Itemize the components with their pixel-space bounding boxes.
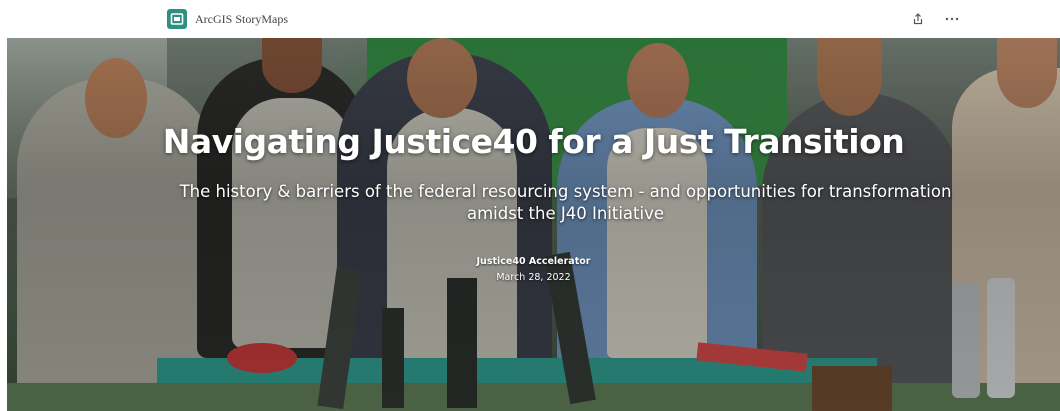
storymaps-logo-icon xyxy=(167,9,187,29)
header-actions xyxy=(908,9,962,29)
more-options-button[interactable] xyxy=(942,9,962,29)
share-button[interactable] xyxy=(908,9,928,29)
brand[interactable]: ArcGIS StoryMaps xyxy=(167,8,288,30)
hero-cover: Navigating Justice40 for a Just Transiti… xyxy=(7,38,1060,411)
brand-name: ArcGIS StoryMaps xyxy=(195,11,288,26)
story-title: Navigating Justice40 for a Just Transiti… xyxy=(162,122,905,161)
share-icon xyxy=(913,13,923,25)
story-date: March 28, 2022 xyxy=(496,272,571,283)
top-bar: ArcGIS StoryMaps xyxy=(0,0,1060,38)
story-subtitle: The history & barriers of the federal re… xyxy=(179,182,952,223)
more-options-icon xyxy=(945,17,959,21)
hero-text: Navigating Justice40 for a Just Transiti… xyxy=(7,38,1060,411)
story-author[interactable]: Justice40 Accelerator xyxy=(7,256,1060,267)
